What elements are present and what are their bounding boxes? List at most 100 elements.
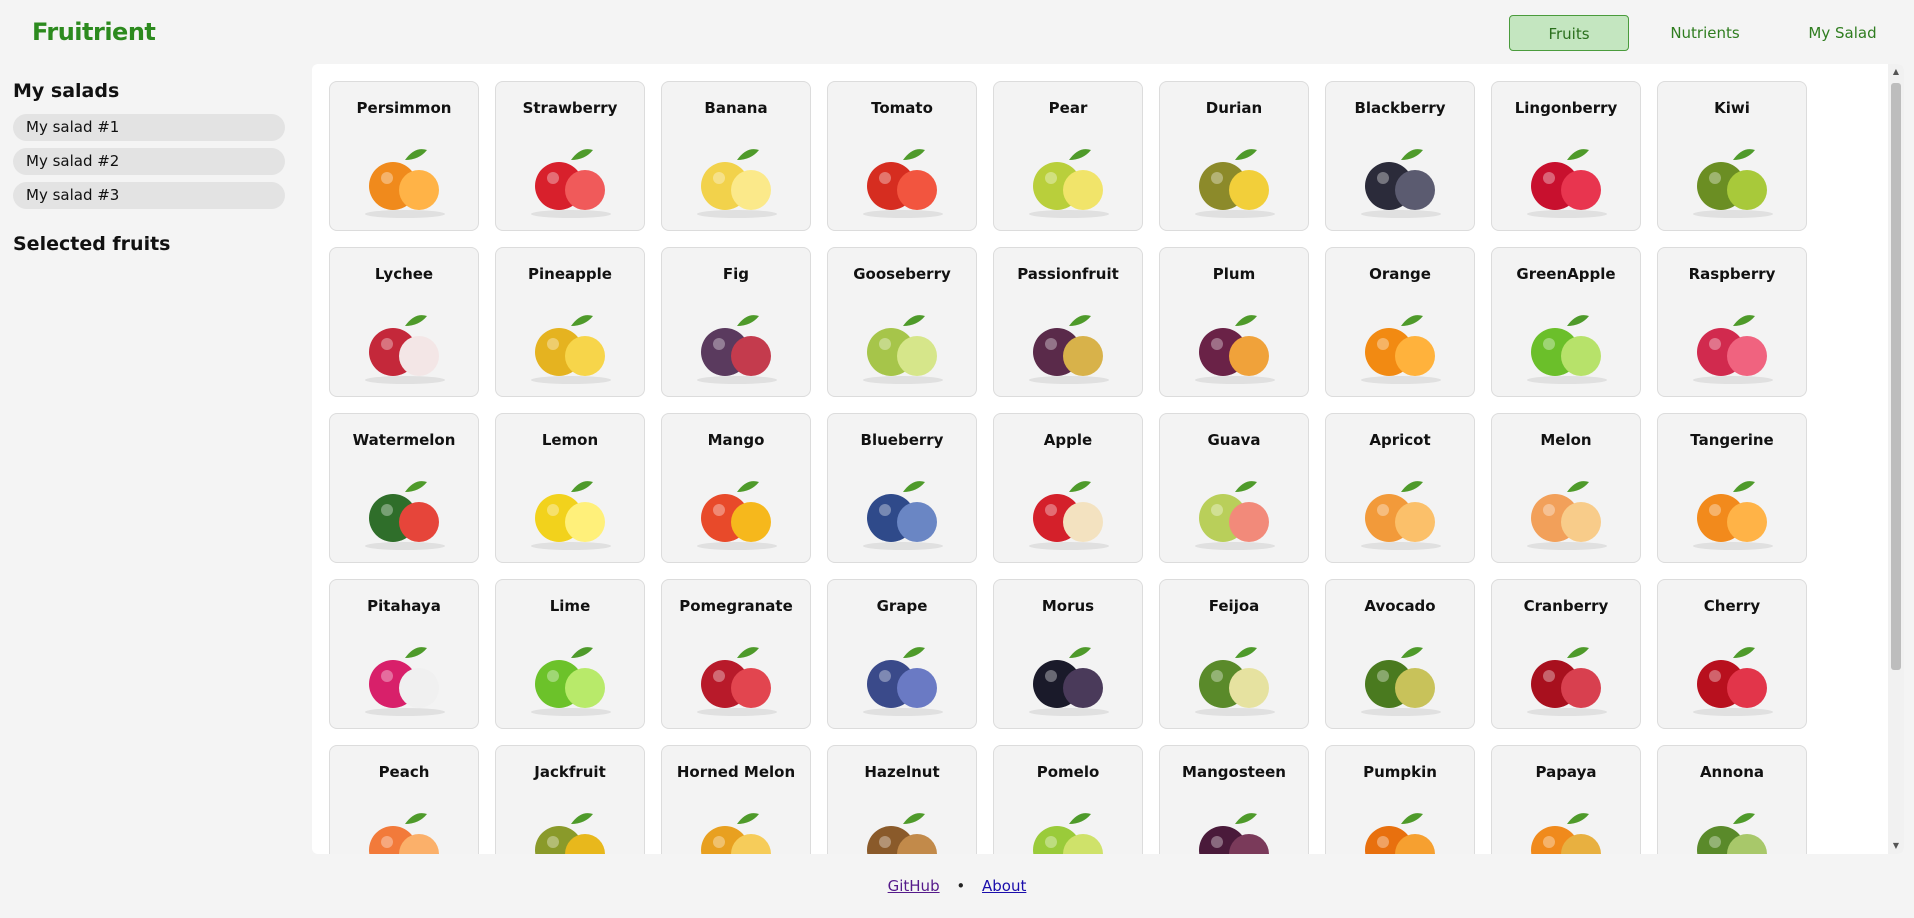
- fruit-card-pumpkin[interactable]: Pumpkin: [1325, 745, 1475, 854]
- fruit-card-pear[interactable]: Pear: [993, 81, 1143, 231]
- fruit-card-pomegranate[interactable]: Pomegranate: [661, 579, 811, 729]
- fruit-card-jackfruit[interactable]: Jackfruit: [495, 745, 645, 854]
- github-link[interactable]: GitHub: [888, 877, 940, 895]
- fruit-card-passionfruit[interactable]: Passionfruit: [993, 247, 1143, 397]
- fruit-card-grape[interactable]: Grape: [827, 579, 977, 729]
- cherry-image: [1683, 636, 1783, 718]
- fruit-card-durian[interactable]: Durian: [1159, 81, 1309, 231]
- fruit-name: Feijoa: [1208, 597, 1260, 615]
- fruit-card-melon[interactable]: Melon: [1491, 413, 1641, 563]
- fruit-card-mango[interactable]: Mango: [661, 413, 811, 563]
- lychee-image: [355, 304, 455, 386]
- fruit-name: Papaya: [1535, 763, 1597, 781]
- fruit-name: Annona: [1699, 763, 1765, 781]
- fruit-card-pineapple[interactable]: Pineapple: [495, 247, 645, 397]
- fruit-card-apple[interactable]: Apple: [993, 413, 1143, 563]
- fruit-card-pitahaya[interactable]: Pitahaya: [329, 579, 479, 729]
- fruit-card-plum[interactable]: Plum: [1159, 247, 1309, 397]
- fruit-card-morus[interactable]: Morus: [993, 579, 1143, 729]
- persimmon-image: [355, 138, 455, 220]
- fruit-name: Passionfruit: [1017, 265, 1119, 283]
- fruit-card-banana[interactable]: Banana: [661, 81, 811, 231]
- scroll-down-arrow-icon[interactable]: ▼: [1888, 838, 1904, 854]
- brand-logo[interactable]: Fruitrient: [32, 18, 156, 46]
- fruit-card-papaya[interactable]: Papaya: [1491, 745, 1641, 854]
- fruit-card-hazelnut[interactable]: Hazelnut: [827, 745, 977, 854]
- fruit-card-avocado[interactable]: Avocado: [1325, 579, 1475, 729]
- durian-image: [1185, 138, 1285, 220]
- fruit-card-greenapple[interactable]: GreenApple: [1491, 247, 1641, 397]
- nav-nutrients[interactable]: Nutrients: [1629, 15, 1781, 51]
- fruit-card-strawberry[interactable]: Strawberry: [495, 81, 645, 231]
- footer-separator: •: [956, 877, 966, 895]
- salad-item-3[interactable]: My salad #3: [13, 182, 285, 209]
- fruit-card-persimmon[interactable]: Persimmon: [329, 81, 479, 231]
- fruit-card-gooseberry[interactable]: Gooseberry: [827, 247, 977, 397]
- salad-item-2[interactable]: My salad #2: [13, 148, 285, 175]
- fruit-card-feijoa[interactable]: Feijoa: [1159, 579, 1309, 729]
- fruit-card-mangosteen[interactable]: Mangosteen: [1159, 745, 1309, 854]
- lime-image: [521, 636, 621, 718]
- fruit-card-lime[interactable]: Lime: [495, 579, 645, 729]
- peach-image: [355, 802, 455, 854]
- nav-fruits[interactable]: Fruits: [1509, 15, 1629, 51]
- fruit-card-blueberry[interactable]: Blueberry: [827, 413, 977, 563]
- fruit-name: Gooseberry: [853, 265, 951, 283]
- fruit-name: Melon: [1540, 431, 1592, 449]
- apple-image: [1019, 470, 1119, 552]
- about-link[interactable]: About: [982, 877, 1026, 895]
- fruit-card-raspberry[interactable]: Raspberry: [1657, 247, 1807, 397]
- hazelnut-image: [853, 802, 953, 854]
- my-salads-heading: My salads: [13, 80, 120, 102]
- fruit-card-pomelo[interactable]: Pomelo: [993, 745, 1143, 854]
- lingonberry-image: [1517, 138, 1617, 220]
- fruit-card-blackberry[interactable]: Blackberry: [1325, 81, 1475, 231]
- fruit-card-apricot[interactable]: Apricot: [1325, 413, 1475, 563]
- fruit-card-tomato[interactable]: Tomato: [827, 81, 977, 231]
- fruit-name: Banana: [704, 99, 768, 117]
- scroll-up-arrow-icon[interactable]: ▲: [1888, 64, 1904, 80]
- pear-image: [1019, 138, 1119, 220]
- fruit-name: Pitahaya: [367, 597, 441, 615]
- avocado-image: [1351, 636, 1451, 718]
- vertical-scrollbar[interactable]: ▲ ▼: [1888, 64, 1904, 854]
- fruit-name: Grape: [876, 597, 928, 615]
- fruit-card-cranberry[interactable]: Cranberry: [1491, 579, 1641, 729]
- fruit-name: Pumpkin: [1363, 763, 1437, 781]
- selected-fruits-heading: Selected fruits: [13, 233, 171, 255]
- fruit-card-lychee[interactable]: Lychee: [329, 247, 479, 397]
- fruit-card-annona[interactable]: Annona: [1657, 745, 1807, 854]
- fruit-card-orange[interactable]: Orange: [1325, 247, 1475, 397]
- fruit-name: Tomato: [871, 99, 933, 117]
- fruit-name: Avocado: [1364, 597, 1436, 615]
- horned-melon-image: [687, 802, 787, 854]
- fruit-name: Mangosteen: [1182, 763, 1286, 781]
- fruit-card-cherry[interactable]: Cherry: [1657, 579, 1807, 729]
- fruit-name: Lychee: [374, 265, 434, 283]
- fruit-card-lemon[interactable]: Lemon: [495, 413, 645, 563]
- pomelo-image: [1019, 802, 1119, 854]
- strawberry-image: [521, 138, 621, 220]
- fruit-name: Pomelo: [1036, 763, 1100, 781]
- fruit-card-lingonberry[interactable]: Lingonberry: [1491, 81, 1641, 231]
- fruit-name: Orange: [1369, 265, 1431, 283]
- blackberry-image: [1351, 138, 1451, 220]
- lemon-image: [521, 470, 621, 552]
- nav-my-salad[interactable]: My Salad: [1781, 15, 1904, 51]
- salad-item-1[interactable]: My salad #1: [13, 114, 285, 141]
- fruit-card-tangerine[interactable]: Tangerine: [1657, 413, 1807, 563]
- fruit-card-kiwi[interactable]: Kiwi: [1657, 81, 1807, 231]
- fruit-name: Durian: [1205, 99, 1263, 117]
- fruit-card-peach[interactable]: Peach: [329, 745, 479, 854]
- fruit-name: Cherry: [1703, 597, 1761, 615]
- fruit-card-guava[interactable]: Guava: [1159, 413, 1309, 563]
- scroll-thumb[interactable]: [1891, 83, 1901, 670]
- fruit-name: Strawberry: [522, 99, 618, 117]
- fruit-card-fig[interactable]: Fig: [661, 247, 811, 397]
- mango-image: [687, 470, 787, 552]
- fruit-card-horned-melon[interactable]: Horned Melon: [661, 745, 811, 854]
- pomegranate-image: [687, 636, 787, 718]
- pineapple-image: [521, 304, 621, 386]
- sidebar: My salads My salad #1 My salad #2 My sal…: [13, 80, 285, 267]
- fruit-card-watermelon[interactable]: Watermelon: [329, 413, 479, 563]
